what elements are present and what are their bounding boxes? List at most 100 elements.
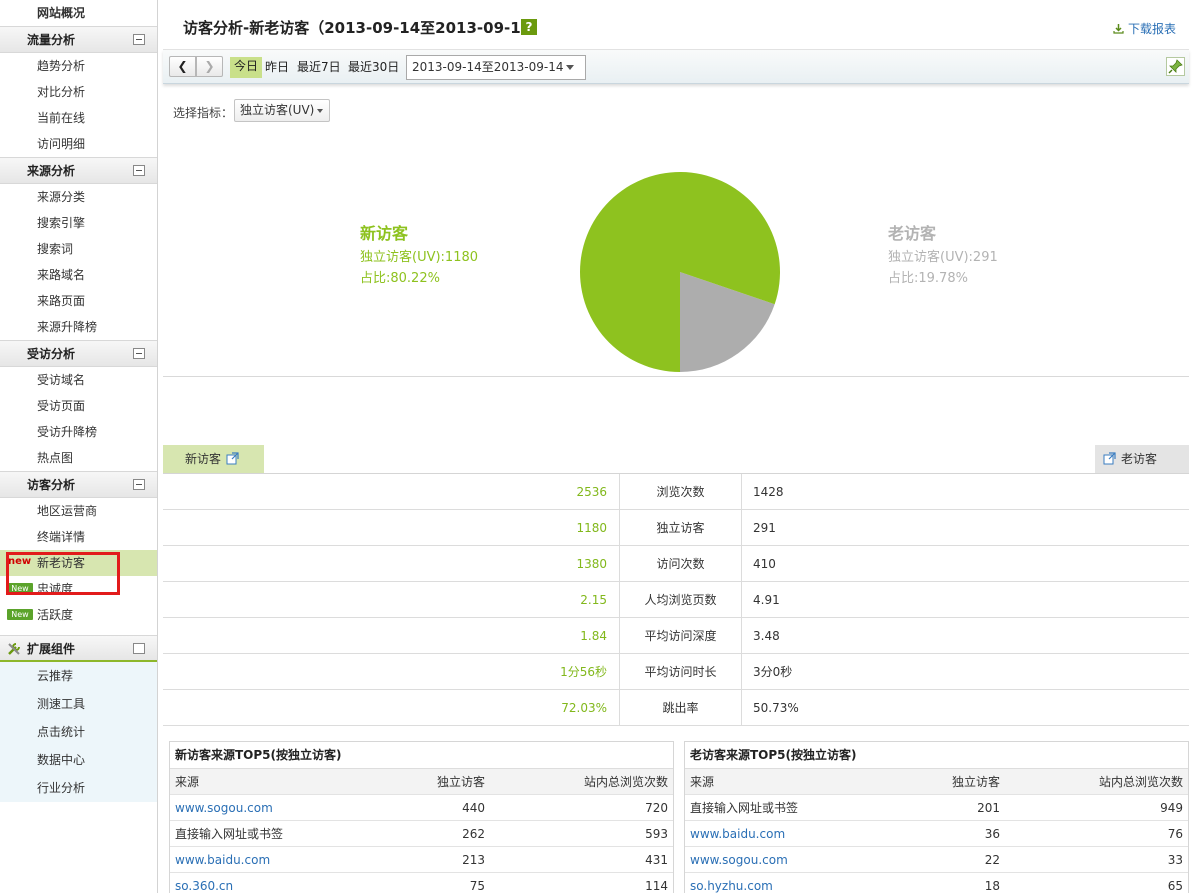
sidebar-item-visit-detail[interactable]: 访问明细 bbox=[0, 131, 157, 157]
date-toolbar: ❮ ❯ 今日 昨日 最近7日 最近30日 2013-09-14至2013-09-… bbox=[163, 50, 1189, 84]
collapse-icon[interactable] bbox=[133, 34, 145, 45]
tab-old-visitor[interactable]: 老访客 bbox=[1095, 445, 1189, 473]
chevron-right-icon: ❯ bbox=[204, 59, 215, 73]
pv-value: 76 bbox=[1167, 827, 1183, 841]
metric-name: 独立访客 bbox=[619, 510, 742, 546]
range-30days-button[interactable]: 最近30日 bbox=[348, 58, 399, 79]
pv-value: 431 bbox=[645, 853, 668, 867]
pv-value: 33 bbox=[1167, 853, 1183, 867]
sidebar-group-traffic[interactable]: 流量分析 bbox=[0, 26, 157, 53]
table-row: 直接输入网址或书签 262 593 bbox=[170, 821, 673, 847]
collapse-icon[interactable] bbox=[133, 643, 145, 654]
collapse-icon[interactable] bbox=[133, 348, 145, 359]
old-visitor-value: 3.48 bbox=[753, 629, 780, 643]
metric-name: 跳出率 bbox=[619, 690, 742, 726]
table-body: www.sogou.com 440 720 直接输入网址或书签 262 593 www.ba… bbox=[170, 795, 673, 893]
range-today-button[interactable]: 今日 bbox=[230, 57, 262, 78]
sidebar-item-source-category[interactable]: 来源分类 bbox=[0, 184, 157, 210]
sidebar-group-label: 流量分析 bbox=[27, 33, 76, 47]
uv-value: 201 bbox=[977, 801, 1000, 815]
sidebar-item-overview[interactable]: 网站概况 bbox=[0, 0, 157, 26]
legend-pct: 占比:80.22% bbox=[360, 271, 440, 286]
sidebar-item-source-rank[interactable]: 来源升降榜 bbox=[0, 314, 157, 340]
metric-name: 人均浏览页数 bbox=[619, 582, 742, 618]
collapse-icon[interactable] bbox=[133, 165, 145, 176]
external-link-icon bbox=[226, 452, 239, 465]
source-link[interactable]: www.sogou.com bbox=[690, 847, 788, 873]
tools-icon bbox=[8, 643, 20, 655]
source-link[interactable]: so.hyzhu.com bbox=[690, 873, 773, 893]
old-visitor-value: 4.91 bbox=[753, 593, 780, 607]
tab-new-visitor[interactable]: 新访客 bbox=[163, 445, 264, 473]
metric-name: 平均访问深度 bbox=[619, 618, 742, 654]
date-range-select[interactable]: 2013-09-14至2013-09-14 bbox=[406, 55, 586, 80]
column-header: 独立访客 bbox=[436, 775, 485, 789]
column-header: 站内总浏览次数 bbox=[583, 775, 668, 789]
pv-value: 593 bbox=[645, 827, 668, 841]
pie-slice-new-visitor[interactable] bbox=[553, 145, 807, 399]
sidebar-group-visited[interactable]: 受访分析 bbox=[0, 340, 157, 367]
table-title: 新访客来源TOP5(按独立访客) bbox=[170, 742, 673, 769]
help-icon[interactable]: ? bbox=[521, 19, 537, 35]
chevron-down-icon bbox=[317, 109, 323, 113]
sidebar-item-device[interactable]: 终端详情 bbox=[0, 524, 157, 550]
source-text: 直接输入网址或书签 bbox=[175, 827, 284, 841]
sidebar-item-online[interactable]: 当前在线 bbox=[0, 105, 157, 131]
table-row: www.baidu.com 213 431 bbox=[170, 847, 673, 873]
new-visitor-value: 2536 bbox=[576, 485, 607, 499]
sidebar-item-click-stats[interactable]: 点击统计 bbox=[0, 718, 157, 746]
table-header: 来源 独立访客 站内总浏览次数 bbox=[170, 769, 673, 795]
sidebar-group-label: 扩展组件 bbox=[27, 642, 76, 656]
table-row: so.360.cn 75 114 bbox=[170, 873, 673, 893]
next-date-button[interactable]: ❯ bbox=[196, 56, 223, 77]
source-link[interactable]: so.360.cn bbox=[175, 873, 233, 893]
sidebar-item-speed-test[interactable]: 测速工具 bbox=[0, 690, 157, 718]
sidebar-item-search-engine[interactable]: 搜索引擎 bbox=[0, 210, 157, 236]
sidebar-item-heatmap[interactable]: 热点图 bbox=[0, 445, 157, 471]
sidebar-item-industry[interactable]: 行业分析 bbox=[0, 774, 157, 802]
source-link[interactable]: www.sogou.com bbox=[175, 795, 273, 821]
sidebar-item-label: 活跃度 bbox=[37, 608, 74, 622]
tab-label: 新访客 bbox=[185, 452, 222, 466]
sidebar-group-extensions[interactable]: 扩展组件 bbox=[0, 635, 157, 662]
metric-select[interactable]: 独立访客(UV) bbox=[234, 99, 330, 122]
sidebar-item-referrer-page[interactable]: 来路页面 bbox=[0, 288, 157, 314]
table-row: 2536 浏览次数 1428 bbox=[163, 474, 1189, 510]
sidebar-item-visited-rank[interactable]: 受访升降榜 bbox=[0, 419, 157, 445]
collapse-icon[interactable] bbox=[133, 479, 145, 490]
sidebar-item-cloud-recommend[interactable]: 云推荐 bbox=[0, 662, 157, 690]
new-visitor-value: 2.15 bbox=[580, 593, 607, 607]
table-row: 1380 访问次数 410 bbox=[163, 546, 1189, 582]
range-yesterday-button[interactable]: 昨日 bbox=[265, 58, 289, 79]
legend-title: 老访客 bbox=[888, 224, 937, 243]
extension-list: 云推荐 测速工具 点击统计 数据中心 行业分析 bbox=[0, 662, 157, 802]
pin-button[interactable] bbox=[1166, 57, 1185, 76]
metric-name: 平均访问时长 bbox=[619, 654, 742, 690]
source-link[interactable]: www.baidu.com bbox=[175, 847, 270, 873]
sidebar-item-region-isp[interactable]: 地区运营商 bbox=[0, 498, 157, 524]
sidebar-group-source[interactable]: 来源分析 bbox=[0, 157, 157, 184]
uv-value: 440 bbox=[462, 801, 485, 815]
prev-date-button[interactable]: ❮ bbox=[169, 56, 196, 77]
new-visitor-value: 72.03% bbox=[561, 701, 607, 715]
sidebar-item-visited-domain[interactable]: 受访域名 bbox=[0, 367, 157, 393]
chevron-left-icon: ❮ bbox=[177, 59, 188, 73]
sidebar-item-activity[interactable]: New 活跃度 bbox=[0, 602, 157, 628]
sidebar-group-label: 访客分析 bbox=[27, 478, 76, 492]
uv-value: 36 bbox=[984, 827, 1000, 841]
sidebar-item-data-center[interactable]: 数据中心 bbox=[0, 746, 157, 774]
pv-value: 720 bbox=[645, 801, 668, 815]
sidebar-item-visited-page[interactable]: 受访页面 bbox=[0, 393, 157, 419]
sidebar-item-trend[interactable]: 趋势分析 bbox=[0, 53, 157, 79]
sidebar-group-visitor[interactable]: 访客分析 bbox=[0, 471, 157, 498]
download-report-link[interactable]: 下载报表 bbox=[1113, 20, 1176, 37]
source-link[interactable]: www.baidu.com bbox=[690, 821, 785, 847]
table-row: www.sogou.com 440 720 bbox=[170, 795, 673, 821]
sidebar-item-referrer-domain[interactable]: 来路域名 bbox=[0, 262, 157, 288]
sidebar-item-search-word[interactable]: 搜索词 bbox=[0, 236, 157, 262]
range-7days-button[interactable]: 最近7日 bbox=[297, 58, 341, 79]
sidebar-item-compare[interactable]: 对比分析 bbox=[0, 79, 157, 105]
date-range-value: 2013-09-14至2013-09-14 bbox=[412, 60, 564, 74]
visitor-tabs: 新访客 老访客 bbox=[163, 445, 1189, 473]
table-row: 1180 独立访客 291 bbox=[163, 510, 1189, 546]
